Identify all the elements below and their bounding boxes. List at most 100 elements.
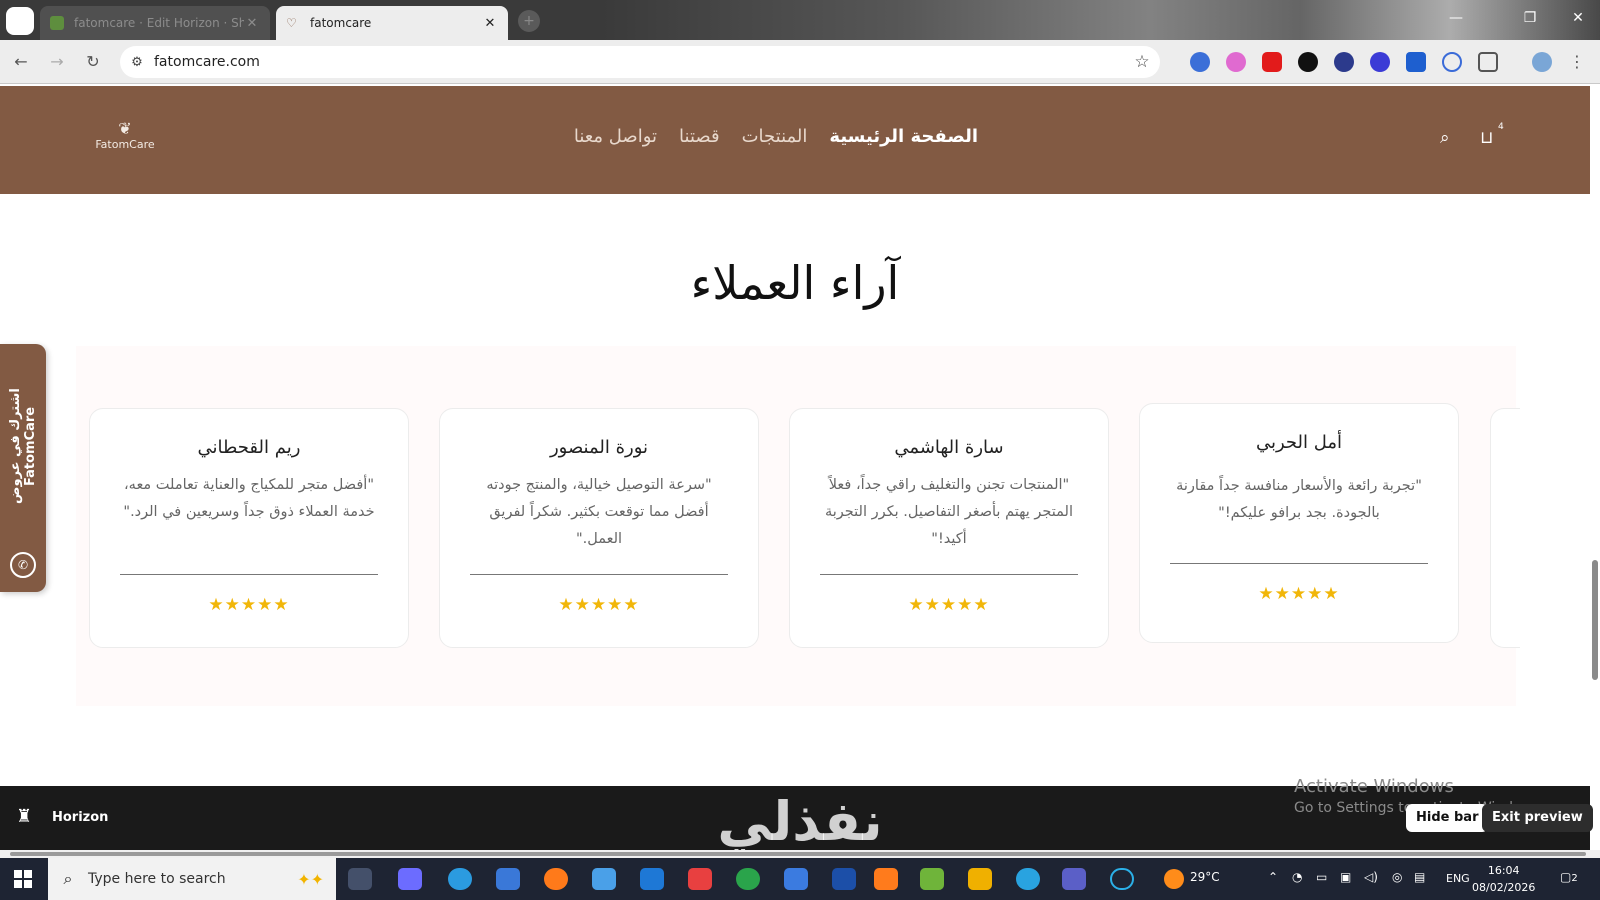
- theme-name: Horizon: [52, 810, 109, 825]
- tray-battery-icon[interactable]: ▭: [1316, 870, 1327, 884]
- tab-fatomcare[interactable]: ♡ fatomcare ✕: [276, 6, 508, 40]
- weather-temp[interactable]: 29°C: [1190, 870, 1220, 884]
- site-logo[interactable]: ❦ FatomCare: [92, 119, 158, 152]
- app-icon[interactable]: [874, 868, 898, 890]
- extension-c-icon[interactable]: [1442, 52, 1462, 72]
- extensions-puzzle-icon[interactable]: [1478, 52, 1498, 72]
- scrollbar-thumb[interactable]: [1592, 560, 1598, 680]
- chrome-icon[interactable]: [736, 868, 760, 890]
- site-info-icon[interactable]: ⚙: [120, 55, 154, 70]
- reviewer-name: نورة المنصور: [549, 437, 649, 458]
- nav-contact[interactable]: تواصل معنا: [574, 126, 657, 147]
- search-icon: ⌕: [63, 869, 73, 888]
- extension-pen-icon[interactable]: [1298, 52, 1318, 72]
- clock-date: 08/02/2026: [1472, 881, 1536, 894]
- url-text[interactable]: fatomcare.com: [154, 54, 1124, 70]
- tab-title: fatomcare · Edit Horizon · Shopify: [74, 16, 244, 30]
- exit-preview-button[interactable]: Exit preview: [1482, 804, 1593, 832]
- review-card: أمل الحربي "تجربة رائعة والأسعار منافسة …: [1139, 403, 1459, 643]
- site-favicon-icon: ♡: [286, 16, 297, 30]
- language-indicator[interactable]: ENG: [1446, 872, 1470, 885]
- nav-our-story[interactable]: قصتنا: [679, 126, 720, 147]
- extension-youtube-icon[interactable]: [1262, 52, 1282, 72]
- horizontal-scrollbar-thumb[interactable]: [10, 852, 1586, 856]
- vertical-scrollbar[interactable]: [1590, 86, 1600, 786]
- vscode-icon[interactable]: [640, 868, 664, 890]
- tab-shopify-editor[interactable]: fatomcare · Edit Horizon · Shopify ✕: [40, 6, 270, 40]
- review-card-next: [1490, 408, 1520, 648]
- weather-icon[interactable]: [1164, 869, 1184, 889]
- bookmark-star-icon[interactable]: ☆: [1124, 52, 1160, 72]
- nav-products[interactable]: المنتجات: [742, 126, 808, 147]
- divider: [1170, 563, 1428, 564]
- edge-icon[interactable]: [448, 868, 472, 890]
- tray-volume-icon[interactable]: ◁): [1364, 870, 1378, 884]
- teams-icon[interactable]: [1062, 868, 1086, 890]
- reviewer-name: أمل الحربي: [1255, 432, 1343, 453]
- review-text: "سرعة التوصيل خيالية، والمنتج جودته أفضل…: [486, 477, 712, 547]
- main-nav: الصفحة الرئيسية المنتجات قصتنا تواصل معن…: [574, 126, 978, 147]
- forward-icon[interactable]: →: [46, 51, 68, 73]
- copilot-icon[interactable]: [398, 868, 422, 890]
- hide-bar-button[interactable]: Hide bar: [1406, 804, 1489, 832]
- close-tab-icon[interactable]: ✕: [482, 16, 498, 31]
- nav-home[interactable]: الصفحة الرئيسية: [829, 126, 978, 147]
- restore-button[interactable]: ❐: [1520, 10, 1540, 26]
- address-bar[interactable]: ⚙ fatomcare.com ☆: [120, 46, 1160, 78]
- whatsapp-icon[interactable]: ✆: [10, 552, 36, 578]
- extension-chrome-icon[interactable]: [1190, 52, 1210, 72]
- watermark-text: نفذلي: [717, 790, 883, 853]
- close-window-button[interactable]: ✕: [1568, 10, 1588, 26]
- sparkle-icon: ✦✦: [297, 869, 324, 889]
- reload-icon[interactable]: ↻: [82, 51, 104, 73]
- windows-start-icon[interactable]: [14, 870, 32, 888]
- minimize-button[interactable]: —: [1446, 10, 1466, 26]
- search-icon[interactable]: ⌕: [1440, 128, 1450, 148]
- extension-colorful-icon[interactable]: [1226, 52, 1246, 72]
- app-icon[interactable]: [968, 868, 992, 890]
- star-rating: ★★★★★: [908, 595, 990, 615]
- tray-location-icon[interactable]: ◎: [1392, 870, 1402, 884]
- new-tab-button[interactable]: +: [518, 10, 540, 32]
- cart-icon[interactable]: ⊔: [1480, 128, 1493, 148]
- back-icon[interactable]: ←: [10, 51, 32, 73]
- tray-keyboard-icon[interactable]: ▤: [1414, 870, 1425, 884]
- mail-icon[interactable]: [496, 868, 520, 890]
- activate-windows-title: Activate Windows: [1294, 776, 1454, 797]
- app-icon[interactable]: [832, 868, 856, 890]
- taskbar-search[interactable]: ⌕ Type here to search ✦✦: [48, 858, 336, 900]
- extension-record-icon[interactable]: [1334, 52, 1354, 72]
- browser-menu-icon[interactable]: ⋮: [1566, 51, 1588, 73]
- app-icon[interactable]: [592, 868, 616, 890]
- search-placeholder: Type here to search: [88, 871, 226, 887]
- reviewer-name: سارة الهاشمي: [894, 437, 1004, 458]
- tray-chevron-icon[interactable]: ⌃: [1268, 870, 1278, 884]
- close-tab-icon[interactable]: ✕: [244, 16, 260, 31]
- browser-profile-icon[interactable]: [6, 7, 34, 35]
- tray-monitor-icon[interactable]: ▣: [1340, 870, 1351, 884]
- lotus-icon: ❦: [118, 119, 132, 138]
- browser-toolbar: ← → ↻ ⚙ fatomcare.com ☆ ⋮: [0, 40, 1600, 84]
- zoom-icon[interactable]: [784, 868, 808, 890]
- app-icon[interactable]: [1110, 868, 1134, 890]
- notification-icon[interactable]: ▢2: [1560, 870, 1578, 884]
- divider: [820, 574, 1078, 575]
- firefox-icon[interactable]: [544, 868, 568, 890]
- task-view-icon[interactable]: [348, 868, 372, 890]
- review-text: "تجربة رائعة والأسعار منافسة جداً مقارنة…: [1176, 478, 1422, 521]
- extension-s-icon[interactable]: [1406, 52, 1426, 72]
- review-text: "أفضل متجر للمكياج والعناية تعاملت معه، …: [123, 477, 375, 520]
- tray-network-icon[interactable]: ◔: [1292, 870, 1302, 884]
- browser-tab-strip: fatomcare · Edit Horizon · Shopify ✕ ♡ f…: [0, 0, 1600, 40]
- subscribe-tab-text: اشترك في عروض FatomCare: [8, 388, 38, 504]
- extension-blue-icon[interactable]: [1370, 52, 1390, 72]
- horizontal-scrollbar[interactable]: [0, 850, 1600, 858]
- system-clock[interactable]: 16:04 08/02/2026: [1472, 862, 1535, 896]
- subscribe-side-tab[interactable]: اشترك في عروض FatomCare ✆: [0, 344, 46, 592]
- review-card: نورة المنصور "سرعة التوصيل خيالية، والمن…: [439, 408, 759, 648]
- profile-avatar[interactable]: [1532, 52, 1552, 72]
- telegram-icon[interactable]: [1016, 868, 1040, 890]
- anydesk-icon[interactable]: [688, 868, 712, 890]
- clock-time: 16:04: [1487, 864, 1520, 877]
- app-icon[interactable]: [920, 868, 944, 890]
